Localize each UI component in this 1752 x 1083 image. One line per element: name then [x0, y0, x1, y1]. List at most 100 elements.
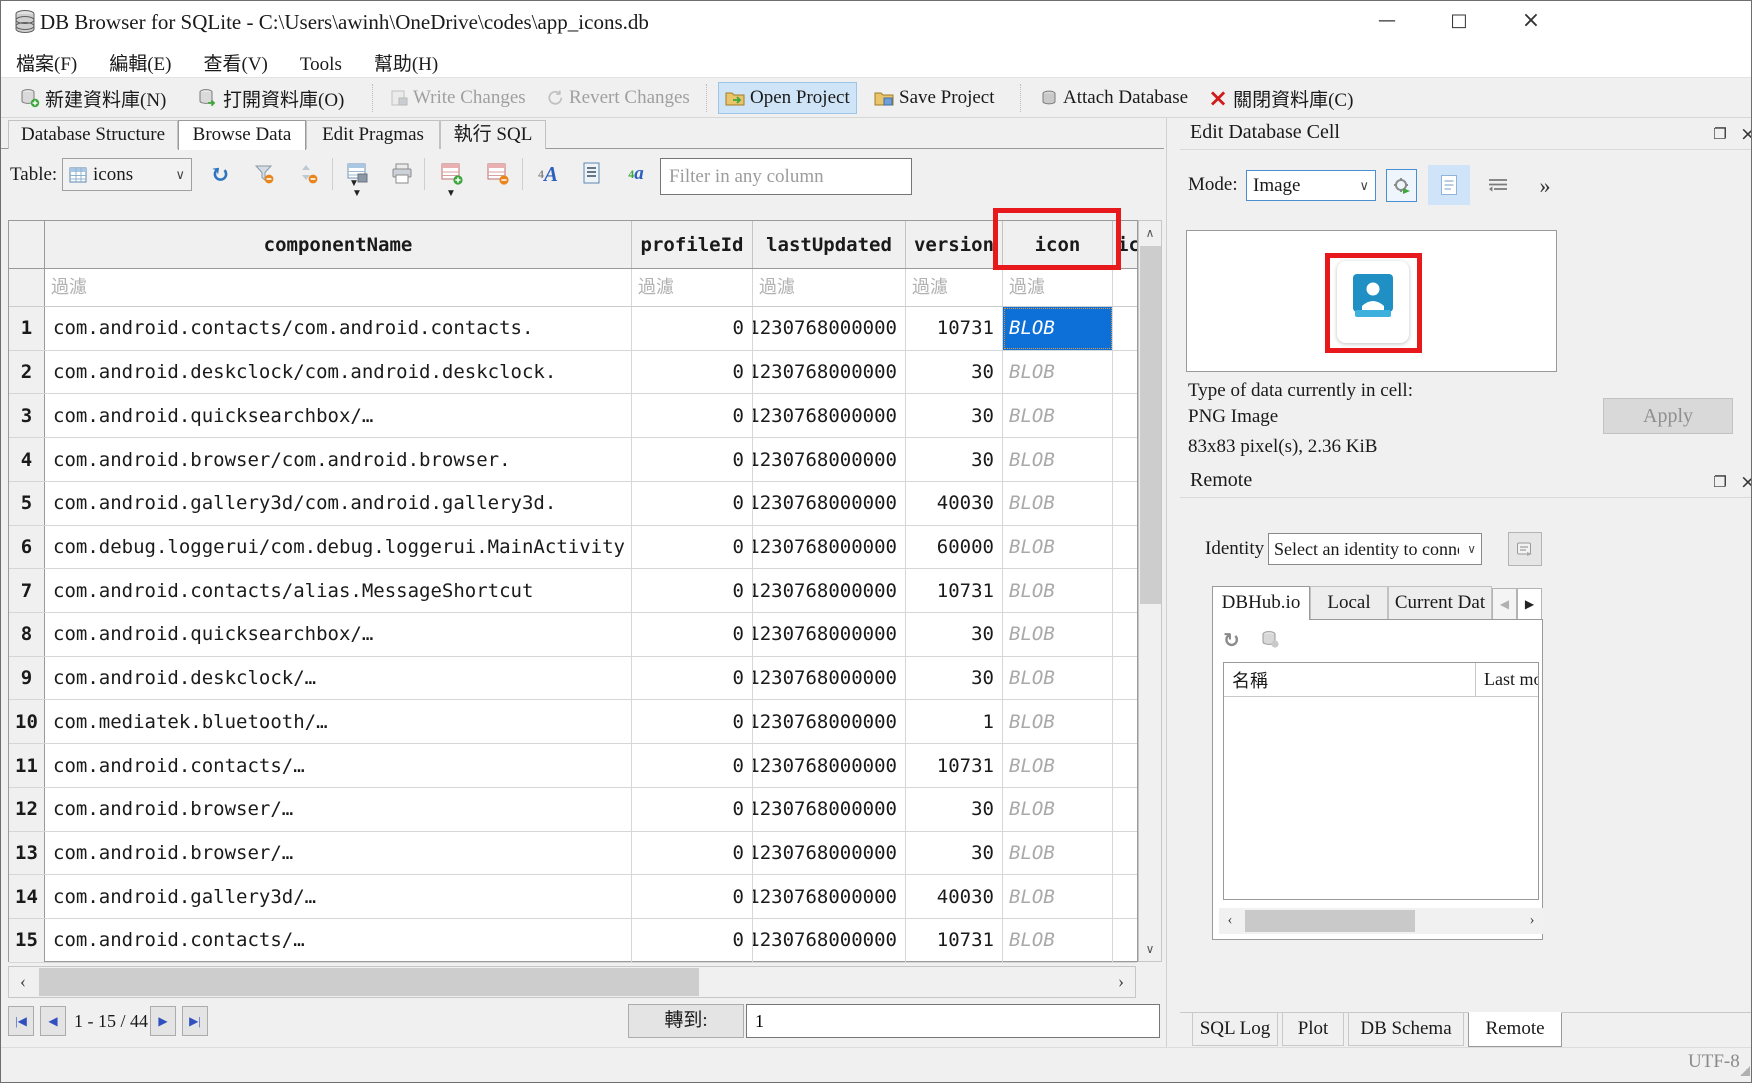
cell-lastUpdated[interactable]: 1230768000000 [753, 307, 906, 350]
close-button[interactable]: × [1508, 6, 1554, 38]
goto-record-input[interactable] [746, 1004, 1160, 1038]
row-number[interactable]: 15 [9, 919, 45, 962]
row-number[interactable]: 7 [9, 569, 45, 612]
menu-edit[interactable]: 編輯(E) [97, 45, 183, 80]
dock-splitter[interactable] [1166, 118, 1167, 1048]
cell-icon[interactable]: BLOB [1003, 569, 1113, 612]
row-number[interactable]: 6 [9, 526, 45, 569]
cell-componentName[interactable]: com.android.browser/… [45, 832, 632, 875]
header-version[interactable]: version [906, 221, 1003, 268]
goto-button[interactable]: 轉到: [628, 1004, 744, 1038]
filter-any-column-input[interactable] [660, 158, 912, 195]
cell-lastUpdated[interactable]: 1230768000000 [753, 788, 906, 831]
cell-icon[interactable]: BLOB [1003, 482, 1113, 525]
minimize-button[interactable]: — [1364, 6, 1410, 38]
resize-grip[interactable] [1740, 1066, 1750, 1076]
filter-version-input[interactable] [906, 269, 1002, 306]
cell-componentName[interactable]: com.android.gallery3d/… [45, 875, 632, 918]
cell-icon[interactable]: BLOB [1003, 875, 1113, 918]
row-number[interactable]: 2 [9, 351, 45, 394]
row-number[interactable]: 11 [9, 744, 45, 787]
row-number[interactable]: 1 [9, 307, 45, 350]
save-project-button[interactable]: Save Project [868, 82, 1001, 114]
tab-db-schema[interactable]: DB Schema [1348, 1013, 1464, 1046]
cell-partial[interactable] [1113, 613, 1137, 656]
cell-profileId[interactable]: 0 [632, 657, 753, 700]
cell-lastUpdated[interactable]: 1230768000000 [753, 919, 906, 962]
cell-version[interactable]: 40030 [906, 875, 1003, 918]
cell-profileId[interactable]: 0 [632, 394, 753, 437]
scroll-up-icon[interactable]: ∧ [1139, 221, 1161, 245]
cell-partial[interactable] [1113, 569, 1137, 612]
text-mode-button[interactable] [1428, 165, 1470, 205]
cell-icon[interactable]: BLOB [1003, 438, 1113, 481]
cell-lastUpdated[interactable]: 1230768000000 [753, 700, 906, 743]
word-wrap-button[interactable] [1482, 169, 1513, 202]
header-profileId[interactable]: profileId [632, 221, 753, 268]
menu-tools[interactable]: Tools [288, 50, 354, 80]
binary-view-icon[interactable] [578, 160, 606, 188]
cell-componentName[interactable]: com.mediatek.bluetooth/… [45, 700, 632, 743]
cell-partial[interactable] [1113, 438, 1137, 481]
cell-profileId[interactable]: 0 [632, 438, 753, 481]
font-format-small-icon[interactable]: 4a [622, 160, 650, 188]
cell-version[interactable]: 10731 [906, 744, 1003, 787]
cell-lastUpdated[interactable]: 1230768000000 [753, 438, 906, 481]
cell-partial[interactable] [1113, 482, 1137, 525]
table-select[interactable]: icons ∨ [62, 158, 192, 191]
row-number[interactable]: 14 [9, 875, 45, 918]
remote-header-name[interactable]: 名稱 [1224, 663, 1476, 696]
cell-partial[interactable] [1113, 832, 1137, 875]
cell-version[interactable]: 30 [906, 657, 1003, 700]
remote-scroll-thumb[interactable] [1245, 910, 1415, 932]
cell-icon[interactable]: BLOB [1003, 700, 1113, 743]
cell-partial[interactable] [1113, 526, 1137, 569]
float-panel-icon[interactable]: ❐ [1708, 123, 1732, 147]
cell-profileId[interactable]: 0 [632, 875, 753, 918]
cell-version[interactable]: 10731 [906, 919, 1003, 962]
cell-icon[interactable]: BLOB [1003, 526, 1113, 569]
cell-partial[interactable] [1113, 657, 1137, 700]
row-number[interactable]: 12 [9, 788, 45, 831]
row-number[interactable]: 13 [9, 832, 45, 875]
remote-refresh-icon[interactable]: ↻ [1223, 628, 1240, 652]
cell-icon[interactable]: BLOB [1003, 832, 1113, 875]
open-project-button[interactable]: Open Project [718, 82, 857, 114]
close-panel-icon[interactable]: × [1736, 471, 1752, 495]
cell-lastUpdated[interactable]: 1230768000000 [753, 657, 906, 700]
cell-icon[interactable]: BLOB [1003, 919, 1113, 962]
cell-icon[interactable]: BLOB [1003, 351, 1113, 394]
cell-lastUpdated[interactable]: 1230768000000 [753, 482, 906, 525]
cell-icon[interactable]: BLOB [1003, 744, 1113, 787]
cell-partial[interactable] [1113, 307, 1137, 350]
cell-version[interactable]: 30 [906, 438, 1003, 481]
tab-execute-sql[interactable]: 執行 SQL [440, 120, 546, 149]
filter-icon-input[interactable] [1003, 269, 1112, 306]
identity-select[interactable]: Select an identity to conne ∨ [1268, 533, 1482, 565]
menu-file[interactable]: 檔案(F) [4, 45, 89, 80]
cell-componentName[interactable]: com.android.quicksearchbox/… [45, 613, 632, 656]
cell-profileId[interactable]: 0 [632, 700, 753, 743]
cell-componentName[interactable]: com.android.quicksearchbox/… [45, 394, 632, 437]
cell-partial[interactable] [1113, 788, 1137, 831]
cell-componentName[interactable]: com.android.browser/… [45, 788, 632, 831]
revert-changes-button[interactable]: Revert Changes [540, 82, 696, 114]
cell-profileId[interactable]: 0 [632, 526, 753, 569]
cell-lastUpdated[interactable]: 1230768000000 [753, 875, 906, 918]
cell-profileId[interactable]: 0 [632, 307, 753, 350]
print-button[interactable] [388, 160, 416, 188]
write-changes-button[interactable]: Write Changes [384, 82, 532, 114]
cell-profileId[interactable]: 0 [632, 919, 753, 962]
cell-partial[interactable] [1113, 919, 1137, 962]
cell-version[interactable]: 10731 [906, 569, 1003, 612]
tab-edit-pragmas[interactable]: Edit Pragmas [306, 120, 440, 149]
row-number[interactable]: 4 [9, 438, 45, 481]
remote-tab-dbhub[interactable]: DBHub.io [1212, 586, 1310, 620]
vertical-scroll-thumb[interactable] [1140, 246, 1161, 604]
cell-componentName[interactable]: com.android.contacts/alias.MessageShortc… [45, 569, 632, 612]
cell-partial[interactable] [1113, 700, 1137, 743]
cell-version[interactable]: 10731 [906, 307, 1003, 350]
tab-remote[interactable]: Remote [1468, 1012, 1562, 1047]
cell-lastUpdated[interactable]: 1230768000000 [753, 613, 906, 656]
import-data-button[interactable] [1386, 169, 1417, 202]
